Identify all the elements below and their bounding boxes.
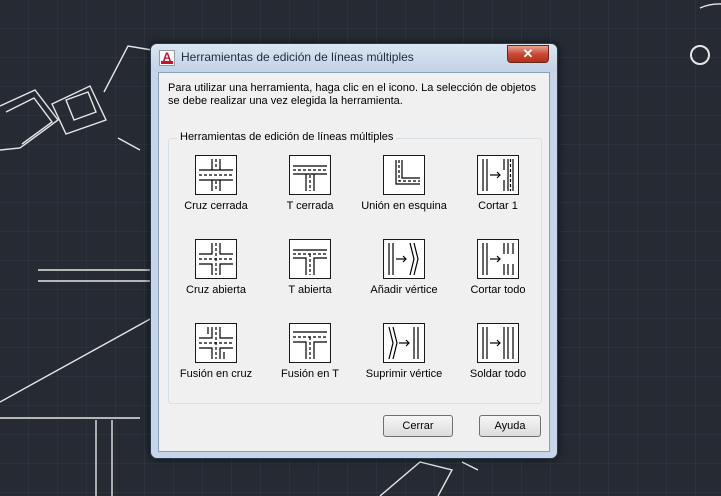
tool-label: Cruz abierta xyxy=(186,284,246,296)
tool-label: Fusión en T xyxy=(281,368,339,380)
close-button[interactable]: Cerrar xyxy=(383,415,453,437)
corner-joint-icon[interactable] xyxy=(383,155,425,195)
tool-label: T abierta xyxy=(288,284,332,296)
tool-label: Fusión en cruz xyxy=(179,368,253,380)
tool-label: Unión en esquina xyxy=(361,200,447,212)
tools-group: Herramientas de edición de líneas múltip… xyxy=(168,131,545,407)
open-cross-icon[interactable] xyxy=(195,239,237,279)
weld-all-icon[interactable] xyxy=(477,323,519,363)
tool-merged-tee[interactable]: Fusión en T xyxy=(263,323,357,407)
tools-group-label: Herramientas de edición de líneas múltip… xyxy=(177,131,397,143)
tool-corner-joint[interactable]: Unión en esquina xyxy=(357,155,451,239)
tool-label: Cruz cerrada xyxy=(184,200,248,212)
tool-weld-all[interactable]: Soldar todo xyxy=(451,323,545,407)
tool-add-vertex[interactable]: Añadir vértice xyxy=(357,239,451,323)
tool-closed-tee[interactable]: T cerrada xyxy=(263,155,357,239)
merged-cross-icon[interactable] xyxy=(195,323,237,363)
merged-tee-icon[interactable] xyxy=(289,323,331,363)
open-tee-icon[interactable] xyxy=(289,239,331,279)
tool-open-tee[interactable]: T abierta xyxy=(263,239,357,323)
tool-merged-cross[interactable]: Fusión en cruz xyxy=(169,323,263,407)
window-close-button[interactable]: ✕ xyxy=(507,45,549,63)
tool-label: Añadir vértice xyxy=(370,284,438,296)
dialog-body: Para utilizar una herramienta, haga clic… xyxy=(158,72,550,452)
delete-vertex-icon[interactable] xyxy=(383,323,425,363)
tool-open-cross[interactable]: Cruz abierta xyxy=(169,239,263,323)
autocad-app-icon: A xyxy=(159,50,175,66)
add-vertex-icon[interactable] xyxy=(383,239,425,279)
multiline-edit-tools-dialog: A Herramientas de edición de líneas múlt… xyxy=(150,43,558,459)
cut-all-icon[interactable] xyxy=(477,239,519,279)
dialog-title: Herramientas de edición de líneas múltip… xyxy=(181,50,414,64)
tool-label: T cerrada xyxy=(286,200,334,212)
close-icon: ✕ xyxy=(522,46,534,61)
tool-delete-vertex[interactable]: Suprimir vértice xyxy=(357,323,451,407)
tool-closed-cross[interactable]: Cruz cerrada xyxy=(169,155,263,239)
closed-cross-icon[interactable] xyxy=(195,155,237,195)
tool-label: Soldar todo xyxy=(469,368,527,380)
tool-label: Cortar todo xyxy=(470,284,526,296)
tool-label: Suprimir vértice xyxy=(365,368,443,380)
help-button[interactable]: Ayuda xyxy=(479,415,541,437)
tool-cut-single[interactable]: Cortar 1 xyxy=(451,155,545,239)
tool-cut-all[interactable]: Cortar todo xyxy=(451,239,545,323)
closed-tee-icon[interactable] xyxy=(289,155,331,195)
dialog-titlebar[interactable]: A Herramientas de edición de líneas múlt… xyxy=(151,44,557,72)
instructions-text: Para utilizar una herramienta, haga clic… xyxy=(168,82,537,107)
tool-label: Cortar 1 xyxy=(478,200,518,212)
cut-single-icon[interactable] xyxy=(477,155,519,195)
